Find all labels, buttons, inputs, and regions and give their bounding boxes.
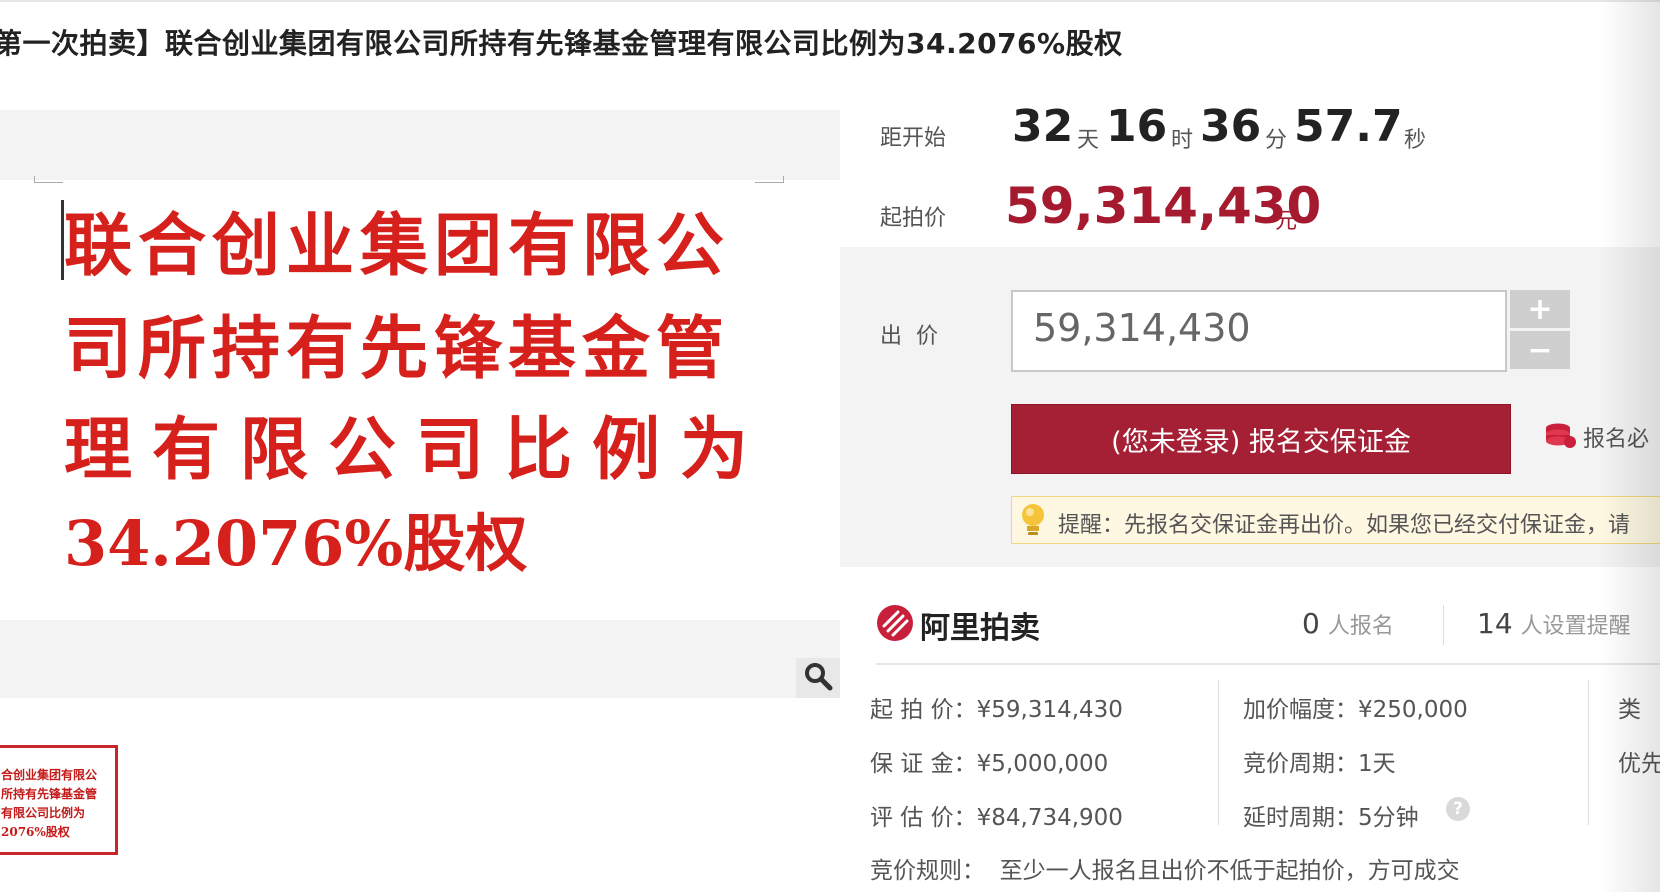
countdown-hours: 16 (1106, 101, 1168, 152)
doc-text-line: 司所持有先锋基金管 (64, 309, 731, 389)
countdown-seconds: 57.7 (1294, 101, 1403, 152)
reminder-text: 提醒：先报名交保证金再出价。如果您已经交付保证金，请 (1058, 513, 1631, 538)
top-border (0, 0, 1660, 2)
detail-appraisal: 评 估 价：¥84,734,900 (870, 805, 1123, 831)
reminder-unit: 人设置提醒 (1520, 614, 1631, 639)
reminder-bar: 提醒：先报名交保证金再出价。如果您已经交付保证金，请 (1011, 496, 1660, 544)
divider (1218, 680, 1219, 825)
detail-rules: 竞价规则： 至少一人报名且出价不低于起拍价，方可成交 (870, 858, 1460, 884)
detail-start-price: 起 拍 价：¥59,314,430 (870, 697, 1123, 723)
detail-cycle: 竞价周期：1天 (1243, 751, 1396, 777)
magnifier-icon (803, 661, 833, 695)
decrease-bid-button[interactable]: − (1510, 331, 1570, 369)
image-thumbnail[interactable]: 合创业集团有限公 所持有先锋基金管 有限公司比例为 2076%股权 (0, 745, 118, 855)
lightbulb-icon (1018, 502, 1048, 542)
thumb-text-line: 2076%股权 (1, 825, 70, 839)
doc-text-line: 联合创业集团有限公 (64, 206, 731, 286)
platform-name: 阿里拍卖 (920, 611, 1040, 646)
reminder-count: 14 (1477, 607, 1513, 640)
divider (876, 663, 1660, 665)
divider (1588, 680, 1589, 825)
increase-bid-button[interactable]: + (1510, 290, 1570, 328)
crop-mark (755, 176, 784, 183)
countdown-label: 距开始 (880, 126, 947, 151)
platform-logo[interactable]: 阿里拍卖 (876, 603, 1040, 647)
detail-delay: 延时周期：5分钟 (1243, 805, 1419, 831)
countdown-days: 32 (1012, 101, 1074, 152)
register-deposit-button[interactable]: (您未登录) 报名交保证金 (1011, 404, 1511, 474)
detail-increment: 加价幅度：¥250,000 (1243, 697, 1468, 723)
doc-text-line: 34.2076%股权 (64, 507, 528, 580)
page-title: 第一次拍卖】联合创业集团有限公司所持有先锋基金管理有限公司比例为34.2076%… (0, 27, 1123, 60)
detail-deposit: 保 证 金：¥5,000,000 (870, 751, 1109, 777)
detail-priority: 优先 (1618, 751, 1660, 777)
ali-auction-icon (876, 604, 914, 646)
thumb-text-line: 合创业集团有限公 (1, 768, 98, 782)
countdown-days-unit: 天 (1077, 128, 1100, 153)
reminder-count-stat: 14 人设置提醒 (1477, 607, 1631, 640)
countdown-hours-unit: 时 (1171, 128, 1194, 153)
start-price-unit: 元 (1275, 209, 1298, 234)
detail-category: 类 (1618, 697, 1641, 723)
zoom-button[interactable] (796, 658, 840, 698)
divider (1443, 605, 1444, 645)
countdown-minutes: 36 (1200, 101, 1262, 152)
document-image: 联合创业集团有限公 司所持有先锋基金管 理有限公司比例为 34.2076%股权 (0, 176, 840, 620)
registered-unit: 人报名 (1327, 614, 1394, 639)
registered-count: 0 (1302, 607, 1320, 640)
bid-amount-input[interactable]: 59,314,430 (1011, 290, 1507, 372)
coins-icon (1543, 422, 1577, 454)
countdown-minutes-unit: 分 (1265, 128, 1288, 153)
main-image-viewer[interactable]: 联合创业集团有限公 司所持有先锋基金管 理有限公司比例为 34.2076%股权 (0, 110, 840, 698)
help-icon[interactable]: ? (1446, 797, 1470, 821)
start-price-value: 59,314,430 (1005, 177, 1322, 235)
countdown-seconds-unit: 秒 (1404, 128, 1427, 153)
registered-count-stat: 0 人报名 (1302, 607, 1394, 640)
registration-notice-link[interactable]: 报名必 (1583, 421, 1649, 453)
bid-label: 出 价 (880, 324, 938, 349)
thumb-text-line: 所持有先锋基金管 (1, 787, 98, 801)
doc-text-line: 理有限公司比例为 (64, 410, 769, 490)
start-price-label: 起拍价 (880, 206, 947, 231)
crop-mark (34, 176, 63, 183)
thumb-text-line: 有限公司比例为 (1, 806, 86, 820)
